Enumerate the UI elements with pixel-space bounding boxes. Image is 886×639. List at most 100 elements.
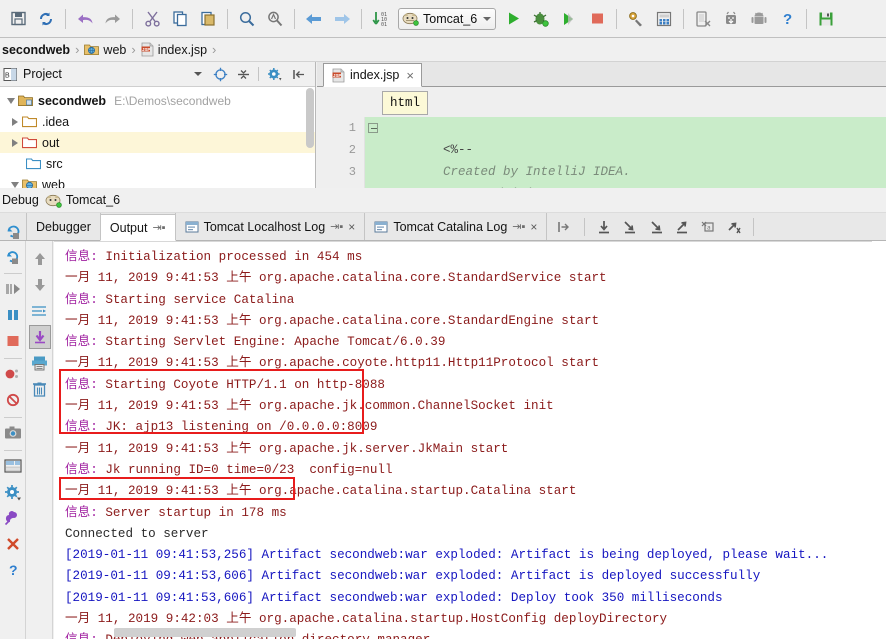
restore-layout-icon[interactable] bbox=[2, 454, 24, 478]
chevron-down-icon[interactable] bbox=[194, 72, 202, 76]
chevron-right-icon[interactable] bbox=[8, 117, 22, 126]
editor-tab-index-jsp[interactable]: JSP index.jsp × bbox=[323, 63, 422, 87]
android-icon[interactable] bbox=[746, 6, 772, 32]
debug-tab-tomcat-catalina-log[interactable]: Tomcat Catalina Log ⇥▪ × bbox=[364, 213, 548, 240]
console-line-text: Starting Coyote HTTP/1.1 on http-8088 bbox=[105, 377, 385, 392]
debug-tab-debugger[interactable]: Debugger bbox=[26, 213, 101, 240]
avd-manager-icon[interactable] bbox=[718, 6, 744, 32]
redo-icon[interactable] bbox=[100, 6, 126, 32]
step-out-icon[interactable] bbox=[671, 217, 693, 237]
run-coverage-icon[interactable] bbox=[556, 6, 582, 32]
close-icon[interactable] bbox=[2, 532, 24, 556]
structure-hint-html[interactable]: html bbox=[382, 91, 429, 115]
stop-icon[interactable] bbox=[2, 329, 24, 353]
settings-gear-icon[interactable] bbox=[264, 64, 286, 84]
view-breakpoints-icon[interactable] bbox=[2, 362, 24, 386]
tomcat-icon bbox=[45, 193, 62, 208]
close-icon[interactable]: × bbox=[348, 220, 355, 234]
target-icon[interactable] bbox=[210, 64, 230, 84]
console-line: 一月 11, 2019 9:41:53 上午 org.apache.jk.com… bbox=[54, 396, 886, 417]
close-icon[interactable]: × bbox=[530, 220, 537, 234]
screenshot-icon[interactable] bbox=[2, 421, 24, 445]
tree-item-src[interactable]: src bbox=[0, 153, 315, 174]
paste-icon[interactable] bbox=[195, 6, 221, 32]
scroll-to-end-icon[interactable] bbox=[28, 325, 51, 349]
debug-tab-output[interactable]: Output ⇥▪ bbox=[99, 214, 176, 241]
step-into-icon[interactable] bbox=[619, 217, 641, 237]
debug-window-title: Debug bbox=[2, 193, 39, 207]
chevron-down-icon[interactable] bbox=[4, 97, 18, 104]
collapse-all-icon[interactable] bbox=[233, 64, 253, 84]
rerun-icon[interactable] bbox=[2, 244, 24, 268]
project-structure-icon[interactable] bbox=[623, 6, 649, 32]
console-line: 信息: JK: ajp13 listening on /0.0.0.0:8009 bbox=[54, 417, 886, 438]
breadcrumb-item-file[interactable]: JSP index.jsp bbox=[139, 42, 209, 57]
console-divider bbox=[54, 241, 886, 242]
up-arrow-icon[interactable] bbox=[29, 247, 51, 271]
editor-code-area[interactable]: 1 2 3 <%-- Created by IntelliJ IDEA. Use… bbox=[317, 117, 886, 201]
chevron-down-icon[interactable] bbox=[8, 181, 22, 188]
debug-tab-tomcat-localhost-log[interactable]: Tomcat Localhost Log ⇥▪ × bbox=[174, 213, 366, 240]
clear-all-icon[interactable] bbox=[29, 377, 51, 401]
debug-icon[interactable] bbox=[528, 6, 554, 32]
find-icon[interactable] bbox=[234, 6, 260, 32]
console-output[interactable]: 信息: Initialization processed in 454 ms 一… bbox=[54, 241, 886, 639]
step-over-icon[interactable] bbox=[593, 217, 615, 237]
run-configuration-selector[interactable]: Tomcat_6 bbox=[398, 7, 497, 30]
chevron-right-icon[interactable] bbox=[8, 138, 22, 147]
help-icon[interactable]: ? bbox=[2, 558, 24, 582]
cut-icon[interactable] bbox=[139, 6, 165, 32]
save-all-icon[interactable] bbox=[5, 6, 31, 32]
tree-item-out[interactable]: out bbox=[0, 132, 315, 153]
save-disk-icon[interactable] bbox=[813, 6, 839, 32]
drop-frame-icon[interactable] bbox=[723, 217, 745, 237]
tree-item-idea[interactable]: .idea bbox=[0, 111, 315, 132]
force-step-into-icon[interactable] bbox=[645, 217, 667, 237]
rerun-icon[interactable] bbox=[0, 223, 27, 240]
pin-tab-icon[interactable]: ⇥▪ bbox=[152, 221, 165, 234]
copy-icon[interactable] bbox=[167, 6, 193, 32]
breadcrumb-label: index.jsp bbox=[157, 42, 208, 57]
console-line: [2019-01-11 09:41:53,256] Artifact secon… bbox=[54, 545, 886, 566]
console-line-prefix: 信息: bbox=[65, 633, 105, 639]
tree-item-secondweb[interactable]: secondweb E:\Demos\secondweb bbox=[0, 90, 315, 111]
sdk-manager-icon[interactable] bbox=[690, 6, 716, 32]
back-icon[interactable] bbox=[301, 6, 327, 32]
stop-icon[interactable] bbox=[584, 6, 610, 32]
settings-gear-icon[interactable] bbox=[2, 480, 24, 504]
forward-icon[interactable] bbox=[329, 6, 355, 32]
toolbar-separator bbox=[683, 8, 685, 29]
pin-tab-icon[interactable]: ⇥▪ bbox=[512, 220, 525, 233]
svg-text:B: B bbox=[5, 72, 10, 79]
mute-breakpoints-icon[interactable] bbox=[2, 388, 24, 412]
code-line-3: User: Administrator bbox=[317, 161, 886, 201]
console-line-text: Connected to server bbox=[65, 526, 209, 541]
help-icon[interactable]: ? bbox=[774, 6, 800, 32]
synchronize-icon[interactable] bbox=[33, 6, 59, 32]
undo-icon[interactable] bbox=[72, 6, 98, 32]
pin-tab-icon[interactable]: ⇥▪ bbox=[330, 220, 343, 233]
resume-program-icon[interactable] bbox=[2, 277, 24, 301]
replace-icon[interactable] bbox=[262, 6, 288, 32]
console-right-gutter bbox=[872, 241, 886, 639]
chevron-down-icon[interactable] bbox=[483, 16, 492, 21]
close-icon[interactable]: × bbox=[406, 68, 414, 83]
down-arrow-icon[interactable] bbox=[29, 273, 51, 297]
breadcrumb-item-module[interactable]: secondweb bbox=[0, 43, 72, 57]
hide-icon[interactable] bbox=[289, 64, 309, 84]
settings-grid-icon[interactable] bbox=[651, 6, 677, 32]
evaluate-expression-icon[interactable]: a bbox=[697, 217, 719, 237]
show-execution-point-icon[interactable] bbox=[554, 217, 576, 237]
console-horizontal-scrollbar[interactable] bbox=[114, 628, 296, 637]
console-line-prefix: 信息: bbox=[65, 505, 106, 520]
breadcrumb-item-web[interactable]: web bbox=[82, 43, 128, 57]
console-line-prefix: 信息: bbox=[65, 335, 106, 350]
run-icon[interactable] bbox=[500, 6, 526, 32]
pause-program-icon[interactable] bbox=[2, 303, 24, 327]
editor-tab-bar: JSP index.jsp × bbox=[317, 62, 886, 87]
pin-tab-icon[interactable] bbox=[2, 506, 24, 530]
compile-icon[interactable]: 01 10 01 bbox=[368, 6, 394, 32]
project-scrollbar[interactable] bbox=[306, 88, 314, 148]
print-icon[interactable] bbox=[29, 351, 51, 375]
soft-wrap-icon[interactable] bbox=[29, 299, 51, 323]
